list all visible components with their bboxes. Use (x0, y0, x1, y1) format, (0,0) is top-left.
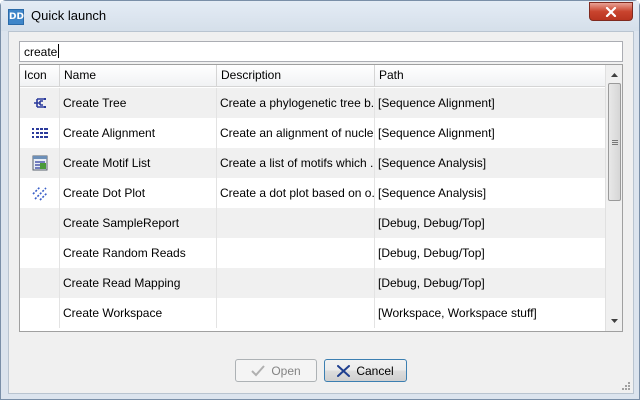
open-button-label: Open (271, 363, 301, 378)
scrollbar-thumb[interactable] (608, 83, 621, 201)
table-row[interactable]: Create Read Mapping [Debug, Debug/Top] (20, 268, 606, 298)
row-description (217, 238, 375, 268)
table-row[interactable]: Create Random Reads [Debug, Debug/Top] (20, 238, 606, 268)
table-body: Create Tree Create a phylogenetic tree b… (20, 88, 606, 328)
open-button[interactable]: Open (235, 359, 317, 382)
row-path: [Sequence Analysis] (378, 156, 487, 170)
close-button[interactable] (589, 2, 633, 21)
scroll-down-button[interactable] (606, 313, 622, 329)
row-description: Create a dot plot based on o... (217, 178, 375, 208)
row-path: [Sequence Alignment] (378, 126, 495, 140)
table-row[interactable]: Create Motif List Create a list of motif… (20, 148, 606, 178)
window-title: Quick launch (31, 8, 107, 23)
row-description (217, 208, 375, 238)
row-description (217, 268, 375, 298)
vertical-scrollbar[interactable] (605, 65, 622, 331)
column-header-name[interactable]: Name (60, 65, 217, 87)
row-path: [Sequence Analysis] (378, 186, 487, 200)
row-path: [Workspace, Workspace stuff] (378, 306, 537, 320)
row-name: Create Random Reads (60, 238, 217, 268)
table-row[interactable]: Create Dot Plot Create a dot plot based … (20, 178, 606, 208)
row-path: [Debug, Debug/Top] (378, 246, 485, 260)
text-caret (58, 44, 60, 58)
row-name: Create Tree (60, 88, 217, 118)
column-header-description[interactable]: Description (217, 65, 375, 87)
search-input[interactable]: create (19, 41, 623, 62)
row-name: Create SampleReport (60, 208, 217, 238)
column-header-path[interactable]: Path (375, 65, 606, 87)
row-name: Create Motif List (60, 148, 217, 178)
close-icon (605, 6, 617, 17)
results-table: Icon Name Description Path Create Tree C… (19, 64, 623, 332)
alignment-icon (31, 128, 48, 138)
row-description (217, 298, 375, 328)
cancel-button[interactable]: Cancel (324, 359, 407, 382)
row-name: Create Read Mapping (60, 268, 217, 298)
checkmark-icon (251, 364, 266, 376)
row-path: [Sequence Alignment] (378, 96, 495, 110)
resize-grip-icon[interactable] (621, 381, 631, 391)
row-path: [Debug, Debug/Top] (378, 276, 485, 290)
table-row[interactable]: Create Tree Create a phylogenetic tree b… (20, 88, 606, 118)
search-input-value: create (24, 45, 58, 59)
row-name: Create Dot Plot (60, 178, 217, 208)
scroll-up-button[interactable] (606, 67, 622, 83)
row-description: Create a list of motifs which ... (217, 148, 375, 178)
cancel-button-label: Cancel (356, 363, 394, 378)
table-row[interactable]: Create Workspace [Workspace, Workspace s… (20, 298, 606, 328)
chevron-up-icon (610, 73, 618, 77)
column-header-icon[interactable]: Icon (20, 65, 60, 87)
row-name: Create Alignment (60, 118, 217, 148)
app-icon: DD (8, 9, 24, 25)
row-name: Create Workspace (60, 298, 217, 328)
motif-list-icon (32, 155, 47, 171)
grip-icon (611, 139, 618, 145)
tree-icon (33, 98, 46, 108)
row-description: Create an alignment of nucle... (217, 118, 375, 148)
table-row[interactable]: Create SampleReport [Debug, Debug/Top] (20, 208, 606, 238)
row-description: Create a phylogenetic tree b... (217, 88, 375, 118)
cancel-x-icon (337, 364, 351, 377)
table-header: Icon Name Description Path (20, 65, 606, 87)
quick-launch-dialog: DD Quick launch create Icon Name Descrip… (0, 0, 640, 400)
chevron-down-icon (610, 319, 618, 323)
title-bar[interactable]: DD Quick launch (1, 1, 639, 31)
dialog-body: create Icon Name Description Path Create… (8, 31, 634, 394)
table-row[interactable]: Create Alignment Create an alignment of … (20, 118, 606, 148)
dot-plot-icon (31, 186, 48, 201)
row-path: [Debug, Debug/Top] (378, 216, 485, 230)
